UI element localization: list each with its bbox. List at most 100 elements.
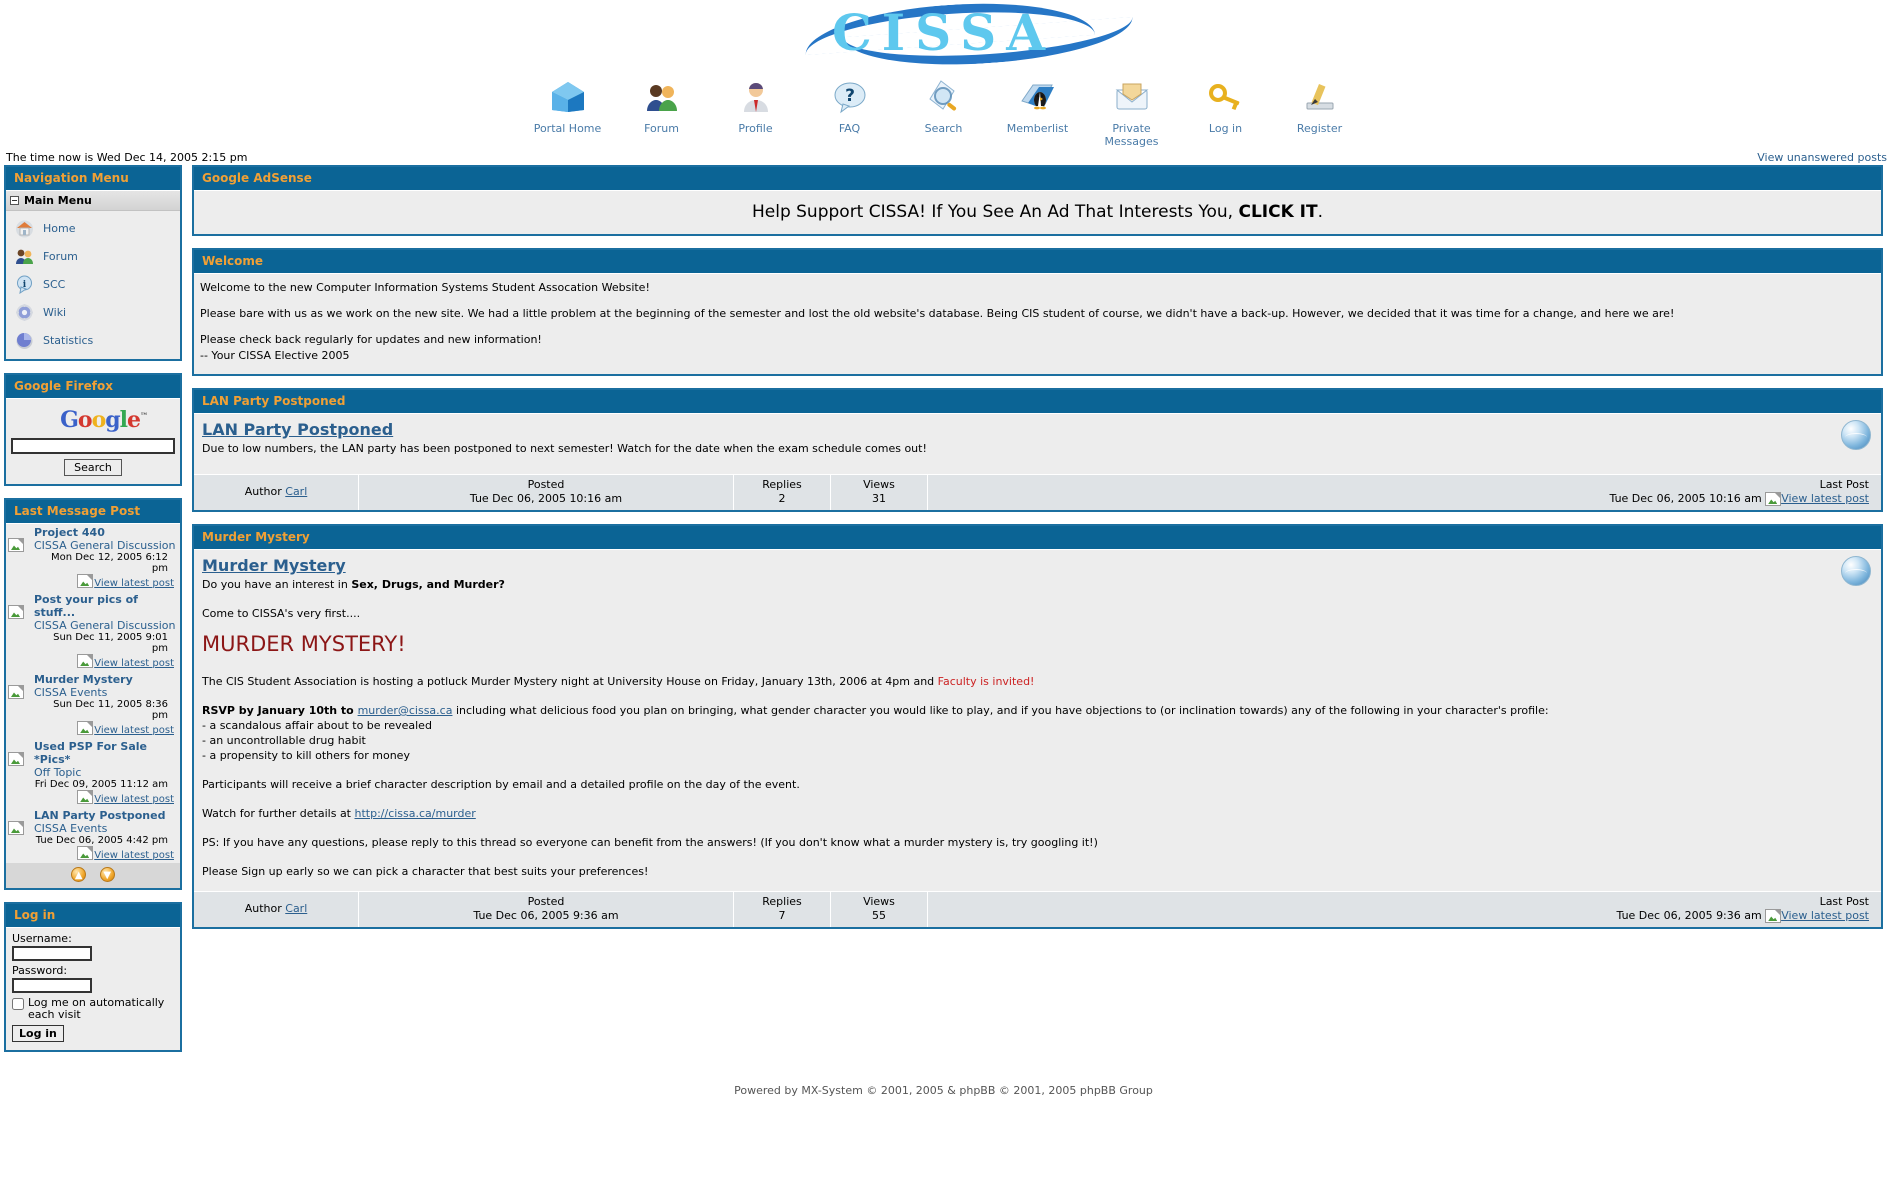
topnav-portal-home[interactable]: Portal Home: [521, 76, 615, 135]
view-latest-post-link[interactable]: View latest post: [34, 721, 178, 736]
murder-url-link[interactable]: http://cissa.ca/murder: [355, 807, 476, 820]
person-profile-icon: [734, 76, 778, 118]
sidebar-item-statistics[interactable]: Statistics: [6, 326, 180, 354]
pencil-register-icon: [1298, 76, 1342, 118]
view-latest-post-link[interactable]: View latest post: [1765, 909, 1869, 923]
view-unanswered-posts-link[interactable]: View unanswered posts: [1757, 151, 1887, 164]
rsvp-email-link[interactable]: murder@cissa.ca: [358, 704, 453, 717]
post-title[interactable]: Murder Mystery: [34, 673, 178, 686]
mm-bullet-2: - an uncontrollable drug habit: [202, 734, 366, 747]
sidebar-item-wiki[interactable]: Wiki: [6, 298, 180, 326]
list-item[interactable]: Project 440 CISSA General Discussion Mon…: [6, 524, 180, 591]
topnav-label: Profile: [738, 122, 773, 135]
lastpost-value: Tue Dec 06, 2005 9:36 am View latest pos…: [932, 909, 1869, 923]
main-menu-group-header[interactable]: Main Menu: [6, 191, 180, 211]
mm-para2: Participants will receive a brief charac…: [202, 778, 800, 791]
topnav-register[interactable]: Register: [1273, 76, 1367, 135]
post-forum[interactable]: CISSA General Discussion: [34, 619, 178, 632]
envelope-icon: [1110, 76, 1154, 118]
topnav-profile[interactable]: Profile: [709, 76, 803, 135]
topnav-label: Log in: [1208, 122, 1243, 135]
google-search-input[interactable]: [11, 438, 175, 454]
topnav-login[interactable]: Log in: [1179, 76, 1273, 135]
post-forum[interactable]: CISSA Events: [34, 822, 178, 835]
post-forum[interactable]: CISSA General Discussion: [34, 539, 178, 552]
topnav-memberlist[interactable]: Memberlist: [991, 76, 1085, 135]
gear-icon: [14, 302, 34, 322]
topnav-faq[interactable]: ? FAQ: [803, 76, 897, 135]
collapse-icon[interactable]: [10, 196, 19, 205]
lastpost-header: Last Post: [1819, 895, 1869, 908]
broken-image-icon: [8, 526, 34, 552]
svg-text:i: i: [22, 280, 26, 290]
mm-faculty-invited: Faculty is invited!: [937, 675, 1035, 688]
topnav-label: Memberlist: [1006, 122, 1069, 135]
posted-header: Posted: [527, 895, 565, 908]
post-posted-cell: Posted Tue Dec 06, 2005 10:16 am: [359, 475, 734, 510]
author-link[interactable]: Carl: [285, 485, 307, 499]
post-title[interactable]: Post your pics of stuff...: [34, 593, 178, 619]
view-latest-post-link[interactable]: View latest post: [1765, 492, 1869, 506]
username-label: Username:: [12, 932, 72, 945]
adsense-title: Google AdSense: [194, 167, 1881, 191]
sidebar-item-scc[interactable]: i SCC: [6, 270, 180, 298]
scroll-up-icon[interactable]: ▲: [71, 867, 87, 882]
google-logo-e: e: [127, 407, 141, 433]
post-title[interactable]: Used PSP For Sale *Pics*: [34, 740, 178, 766]
site-header: CISSA Portal Home Forum Profile ? FAQ Se…: [0, 0, 1887, 165]
password-field[interactable]: [12, 978, 92, 993]
avatar: [1841, 556, 1871, 586]
view-latest-post-link[interactable]: View latest post: [34, 574, 178, 589]
scroll-down-icon[interactable]: ▼: [99, 867, 115, 882]
google-logo: Google™: [10, 407, 176, 433]
post-forum[interactable]: Off Topic: [34, 766, 178, 779]
lastpost-date: Tue Dec 06, 2005 9:36 am: [1616, 909, 1762, 922]
topnav-label: Register: [1296, 122, 1343, 135]
google-firefox-block: Google Firefox Google™ Search: [4, 373, 182, 486]
post-views-cell: Views 55: [831, 892, 928, 927]
view-latest-post-label: View latest post: [94, 725, 174, 736]
login-title: Log in: [6, 904, 180, 928]
google-logo-g1: G: [60, 407, 79, 433]
posted-value: Tue Dec 06, 2005 9:36 am: [473, 909, 619, 922]
mm-line1-a: Do you have an interest in: [202, 578, 352, 591]
topnav-forum[interactable]: Forum: [615, 76, 709, 135]
view-latest-post-link[interactable]: View latest post: [34, 846, 178, 861]
replies-header: Replies: [762, 478, 802, 491]
mm-bullet-3: - a propensity to kill others for money: [202, 749, 410, 762]
google-search-button[interactable]: Search: [64, 459, 122, 476]
list-item[interactable]: Post your pics of stuff... CISSA General…: [6, 591, 180, 671]
lan-party-post-title[interactable]: LAN Party Postponed: [202, 420, 393, 439]
post-forum[interactable]: CISSA Events: [34, 686, 178, 699]
login-button[interactable]: Log in: [12, 1025, 64, 1042]
logo-text: CISSA: [831, 3, 1056, 62]
list-item[interactable]: Murder Mystery CISSA Events Sun Dec 11, …: [6, 671, 180, 738]
post-title[interactable]: Project 440: [34, 526, 178, 539]
view-latest-post-label: View latest post: [94, 794, 174, 805]
login-block: Log in Username: Password: Log me on aut…: [4, 902, 182, 1052]
mm-headline: MURDER MYSTERY!: [202, 632, 406, 656]
replies-value: 7: [778, 909, 786, 922]
murder-mystery-post-title[interactable]: Murder Mystery: [202, 556, 346, 575]
main-menu-label: Main Menu: [24, 194, 92, 207]
author-link[interactable]: Carl: [285, 902, 307, 916]
remember-me-row[interactable]: Log me on automatically each visit: [12, 997, 174, 1021]
welcome-paragraph-3: Please check back regularly for updates …: [200, 332, 1875, 364]
remember-me-label: Log me on automatically each visit: [28, 996, 165, 1021]
topnav-search[interactable]: Search: [897, 76, 991, 135]
lastpost-date: Tue Dec 06, 2005 10:16 am: [1609, 492, 1762, 505]
home-icon: [546, 76, 590, 118]
author-label: Author: [244, 902, 282, 915]
remember-me-checkbox[interactable]: [12, 998, 24, 1010]
username-field[interactable]: [12, 946, 92, 961]
view-latest-post-link[interactable]: View latest post: [34, 790, 178, 805]
sidebar-item-home[interactable]: Home: [6, 214, 180, 242]
sidebar-item-forum[interactable]: Forum: [6, 242, 180, 270]
list-item[interactable]: Used PSP For Sale *Pics* Off Topic Fri D…: [6, 738, 180, 807]
post-title[interactable]: LAN Party Postponed: [34, 809, 178, 822]
time-bar: The time now is Wed Dec 14, 2005 2:15 pm…: [0, 148, 1887, 165]
topnav-private-messages[interactable]: Private Messages: [1085, 76, 1179, 148]
list-item[interactable]: LAN Party Postponed CISSA Events Tue Dec…: [6, 807, 180, 863]
broken-image-icon: [8, 740, 34, 766]
view-latest-post-link[interactable]: View latest post: [34, 654, 178, 669]
